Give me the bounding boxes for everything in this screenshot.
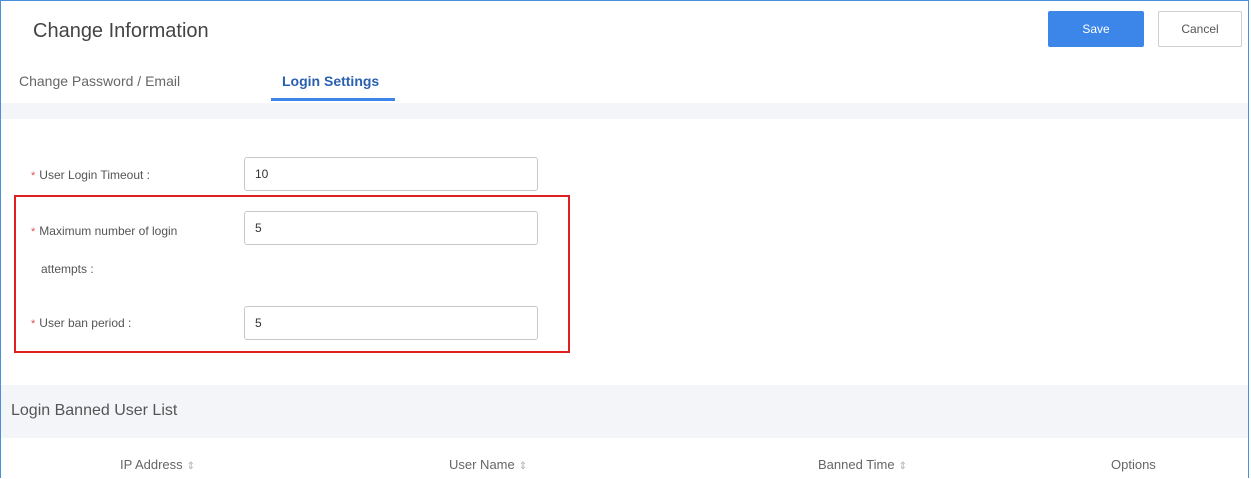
tab-bar: Change Password / Email Login Settings (1, 61, 1248, 103)
column-banned-time[interactable]: Banned Time ⇕ (818, 457, 907, 472)
column-user-name[interactable]: User Name ⇕ (449, 457, 527, 472)
banned-user-list-title: Login Banned User List (11, 402, 178, 419)
required-marker: * (31, 170, 36, 182)
save-button[interactable]: Save (1048, 11, 1144, 47)
sort-icon[interactable]: ⇕ (899, 461, 907, 472)
change-information-panel: Change Information Save Cancel Change Pa… (0, 0, 1249, 478)
highlight-annotation (14, 195, 570, 353)
sort-icon[interactable]: ⇕ (519, 461, 527, 472)
timeout-label: * User Login Timeout : (31, 168, 150, 182)
column-options: Options (1111, 457, 1156, 472)
column-ip-address[interactable]: IP Address ⇕ (120, 457, 195, 472)
sort-icon[interactable]: ⇕ (187, 461, 195, 472)
tab-change-password-email[interactable]: Change Password / Email (19, 73, 180, 89)
user-login-timeout-input[interactable] (244, 157, 538, 191)
tab-login-settings[interactable]: Login Settings (282, 73, 379, 89)
cancel-button[interactable]: Cancel (1158, 11, 1242, 47)
active-tab-indicator (271, 98, 395, 101)
section-divider (1, 103, 1248, 119)
page-title: Change Information (33, 20, 209, 42)
banned-users-table-header: IP Address ⇕ User Name ⇕ Banned Time ⇕ Opti… (1, 438, 1248, 478)
